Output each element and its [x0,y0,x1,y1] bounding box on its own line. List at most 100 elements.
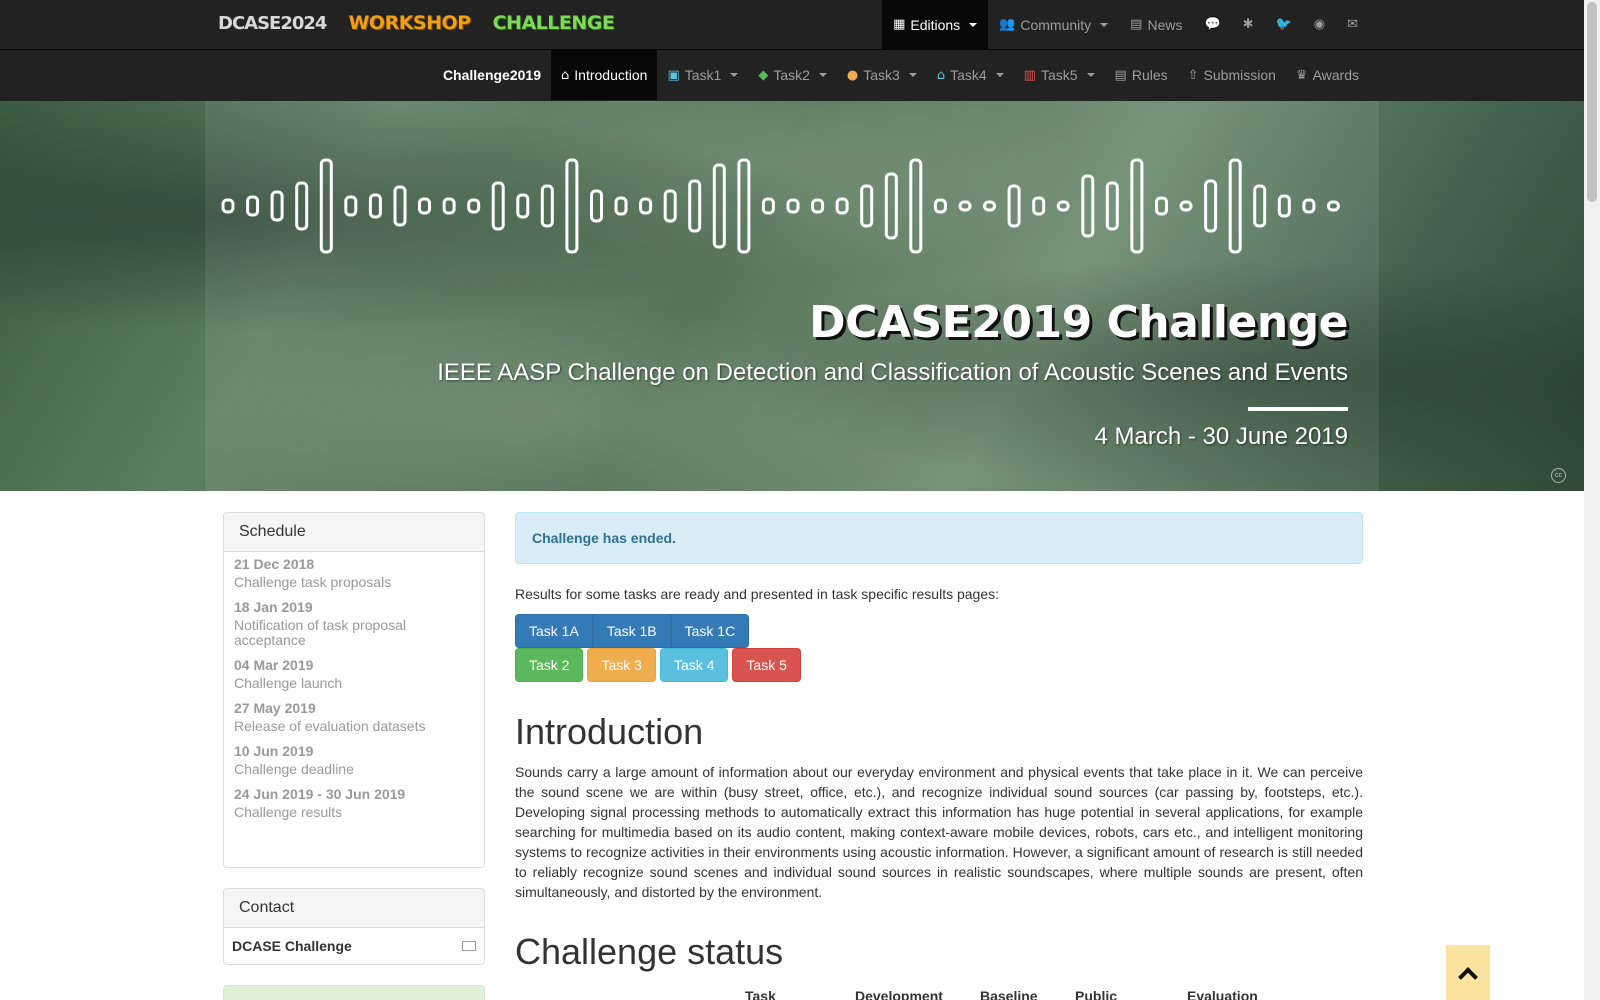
creative-commons-icon[interactable]: cc [1551,468,1566,483]
twitter-icon: 🐦 [1275,17,1292,32]
soundwave-bar [614,196,628,216]
soundwave-bar [368,193,382,219]
soundwave-bar [1179,200,1193,212]
list-icon: ▤ [1114,67,1127,83]
back-to-top-button[interactable] [1446,945,1490,1000]
subnav-task5[interactable]: ▥ Task5 [1014,50,1105,100]
top-navbar: DCASE2024 WORKSHOP CHALLENGE ▦ Editions 👥 C… [0,0,1584,49]
soundwave-bar [221,198,235,214]
schedule-date: 24 Jun 2019 - 30 Jun 2019 [234,786,406,802]
newspaper-icon: ▤ [1130,17,1143,32]
topnav-label: Community [1020,16,1092,33]
status-column-task: Task [745,988,776,1000]
schedule-item: 04 Mar 2019 Challenge launch [234,657,474,691]
status-column-public: Public [1075,988,1118,1000]
slack-icon: ✱ [1242,17,1254,32]
schedule-panel: Schedule 21 Dec 2018 Challenge task propo… [223,512,485,868]
topnav-label: News [1147,16,1183,33]
topnav-envelope[interactable]: ✉ [1336,0,1369,49]
soundwave-bar [1204,179,1218,233]
subnav-label: Introduction [574,67,648,83]
contact-panel: Contact DCASE Challenge [223,888,485,965]
logo-challenge[interactable]: CHALLENGE [493,12,615,34]
challenge-status-heading: Challenge status [515,931,784,972]
task-task3-button[interactable]: Task 3 [587,648,656,682]
topnav-slack[interactable]: ✱ [1232,0,1265,49]
soundwave-bar [663,189,677,223]
subnav-rules[interactable]: ▤ Rules [1105,50,1178,100]
task1-results-buttons: Task 1A Task 1B Task 1C [515,614,750,648]
schedule-item: 24 Jun 2019 - 30 Jun 2019 Challenge resul… [234,786,474,820]
task-task1c-button[interactable]: Task 1C [670,614,750,648]
subnav-label: Rules [1131,67,1168,83]
home-icon: ⌂ [561,67,570,83]
soundwave-bar [590,189,603,223]
introduction-paragraph: Sounds carry a large amount of informati… [515,764,1363,900]
subnav-label: Task3 [863,67,900,83]
map-marker-icon: ● [846,67,859,83]
soundwave-bar [909,158,923,254]
hero-date: 4 March - 30 June 2019 [1094,423,1349,450]
task-task5-button[interactable]: Task 5 [732,648,801,682]
subnav-awards[interactable]: ♛ Awards [1286,50,1369,100]
soundwave-bar [344,195,358,217]
logo-workshop[interactable]: WORKSHOP [348,12,471,34]
scrollbar-thumb[interactable] [1587,2,1597,202]
soundwave-bar [811,198,825,214]
subnav-task4[interactable]: ⌂ Task4 [927,50,1014,100]
caret-down-icon [995,73,1004,77]
soundwave-bar [1326,200,1340,212]
schedule-item: 10 Jun 2019 Challenge deadline [234,743,474,777]
topnav-news[interactable]: ▤ News [1119,0,1193,49]
results-panel [223,985,485,1000]
soundwave-bar [540,184,554,228]
task-task2-button[interactable]: Task 2 [515,648,584,682]
task-task4-button[interactable]: Task 4 [659,648,729,682]
subnav-submission[interactable]: ⇧ Submission [1178,50,1286,100]
soundwave-bar [1032,196,1046,216]
topnav-label: Editions [910,16,961,33]
task-task1b-button[interactable]: Task 1B [592,614,671,648]
caret-down-icon [969,22,978,27]
hero-subtitle: IEEE AASP Challenge on Detection and Cla… [437,359,1348,386]
subnav-label: Task1 [684,67,722,83]
soundwave-bar [786,198,800,214]
soundwave-bar [737,158,751,254]
schedule-item: 27 May 2019 Release of evaluation dataset… [234,700,474,734]
soundwave-bar [958,200,972,212]
tags-icon: ◆ [758,67,769,83]
subnav-task2[interactable]: ◆ Task2 [748,50,837,100]
topnav-github[interactable]: ◉ [1303,0,1336,49]
challenge-nav-menu: Challenge2019 ⌂ Introduction ▣ Task1 ◆ Task2 ●… [433,50,1369,100]
topnav-editions[interactable]: ▦ Editions [882,0,989,49]
topnav-chat[interactable]: 💬 [1193,0,1231,49]
contact-name: DCASE Challenge [232,938,352,954]
chat-icon: 💬 [1204,17,1221,32]
soundwave-bar [761,197,775,215]
introduction-heading: Introduction [515,711,704,752]
schedule-item: 18 Jan 2019 Notification of task proposal… [234,599,474,648]
soundwave-bar [884,172,898,240]
status-column-evaluation: Evaluation [1187,988,1258,1000]
soundwave-bar [270,190,284,222]
challenge-brand-link[interactable]: Challenge2019 [433,50,551,100]
schedule-date: 10 Jun 2019 [234,743,314,759]
topnav-twitter[interactable]: 🐦 [1265,0,1303,49]
soundwave-bar [418,197,431,215]
subnav-task3[interactable]: ● Task3 [837,50,927,100]
subnav-task1[interactable]: ▣ Task1 [657,50,748,100]
soundwave-bar [860,184,874,228]
topnav-community[interactable]: 👥 Community [988,0,1119,49]
subnav-label: Task4 [950,67,987,83]
chevron-up-icon [1458,966,1478,987]
page-scrollbar[interactable] [1584,0,1600,1000]
challenge-ended-alert: Challenge has ended. [515,512,1363,564]
soundwave-bar [1228,158,1242,254]
site-logo[interactable]: DCASE2024 WORKSHOP CHALLENGE [218,12,615,34]
soundwave-bar [467,198,481,214]
hero-title: DCASE2019 Challenge [809,297,1348,348]
subnav-introduction[interactable]: ⌂ Introduction [551,50,658,100]
task-task1a-button[interactable]: Task 1A [515,614,593,648]
contact-link[interactable]: DCASE Challenge [224,928,484,964]
soundwave-bar [639,197,653,215]
